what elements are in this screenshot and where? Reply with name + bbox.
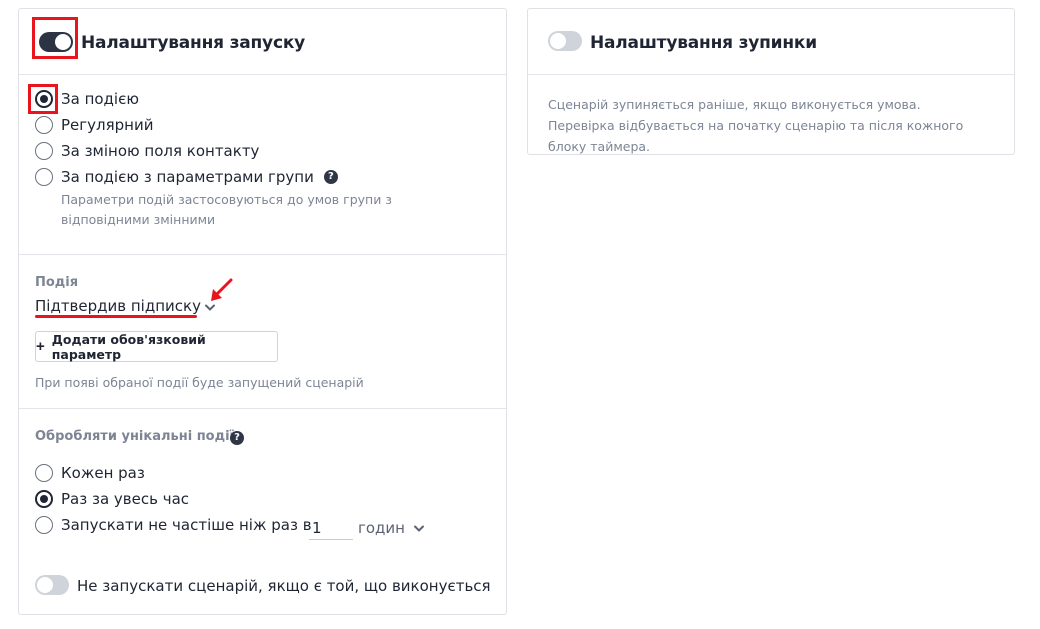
section-divider — [19, 408, 506, 409]
unique-option-once[interactable]: Раз за увесь час — [35, 490, 189, 508]
trigger-option-field-change-label: За зміною поля контакту — [61, 142, 260, 160]
question-circle-icon[interactable]: ? — [323, 170, 338, 184]
radio-every-time[interactable] — [35, 464, 53, 482]
chevron-down-icon[interactable] — [204, 304, 216, 312]
start-settings-toggle[interactable] — [39, 32, 73, 52]
radio-regular[interactable] — [35, 116, 53, 134]
trigger-option-group-params[interactable]: За подією з параметрами групи ? — [35, 168, 338, 186]
radio-group-params[interactable] — [35, 168, 53, 186]
question-circle-icon[interactable]: ? — [230, 431, 244, 445]
start-settings-card: Налаштування запуску За подією Регулярни… — [18, 8, 507, 615]
stop-settings-card: Налаштування зупинки Сценарій зупиняєтьс… — [527, 8, 1015, 155]
stop-settings-title: Налаштування зупинки — [590, 33, 817, 53]
stop-settings-header: Налаштування зупинки — [528, 9, 1014, 75]
radio-event[interactable] — [35, 90, 53, 108]
stop-settings-toggle[interactable] — [548, 31, 582, 51]
start-settings-title: Налаштування запуску — [81, 33, 306, 53]
trigger-option-regular-label: Регулярний — [61, 116, 154, 134]
radio-interval[interactable] — [35, 516, 53, 534]
annotation-underline — [35, 315, 197, 318]
no-rerun-label: Не запускати сценарій, якщо є той, що ви… — [77, 577, 491, 595]
trigger-option-event-label: За подією — [61, 90, 139, 108]
plus-icon: + — [36, 338, 45, 355]
trigger-option-group-params-label: За подією з параметрами групи — [61, 168, 314, 186]
event-hint: При появі обраної події буде запущений с… — [35, 375, 364, 390]
chevron-down-icon[interactable] — [413, 525, 425, 533]
unique-option-every-time[interactable]: Кожен раз — [35, 464, 145, 482]
trigger-option-regular[interactable]: Регулярний — [35, 116, 153, 134]
trigger-option-field-change[interactable]: За зміною поля контакту — [35, 142, 259, 160]
interval-input[interactable] — [309, 516, 353, 540]
section-divider — [19, 254, 506, 255]
add-required-param-button[interactable]: + Додати обов'язковий параметр — [35, 331, 278, 362]
event-select[interactable]: Підтвердив підписку — [35, 297, 201, 315]
trigger-option-event[interactable]: За подією — [35, 90, 139, 108]
event-label: Подія — [35, 275, 79, 290]
start-settings-header: Налаштування запуску — [19, 9, 506, 75]
unique-option-interval-label: Запускати не частіше ніж раз в — [61, 516, 312, 534]
group-params-hint: Параметри подій застосовуються до умов г… — [61, 192, 392, 227]
unique-option-interval[interactable]: Запускати не частіше ніж раз в — [35, 516, 312, 534]
unique-option-once-label: Раз за увесь час — [61, 490, 190, 508]
radio-once[interactable] — [35, 490, 53, 508]
unique-option-every-time-label: Кожен раз — [61, 464, 145, 482]
no-rerun-toggle[interactable] — [35, 575, 69, 595]
radio-field-change[interactable] — [35, 142, 53, 160]
interval-unit-select[interactable]: годин — [358, 519, 405, 537]
stop-settings-description: Сценарій зупиняється раніше, якщо викону… — [548, 97, 964, 154]
add-required-param-label: Додати обов'язковий параметр — [51, 331, 206, 362]
red-arrow-icon — [211, 278, 233, 301]
unique-events-label: Обробляти унікальні події: — [35, 429, 240, 444]
